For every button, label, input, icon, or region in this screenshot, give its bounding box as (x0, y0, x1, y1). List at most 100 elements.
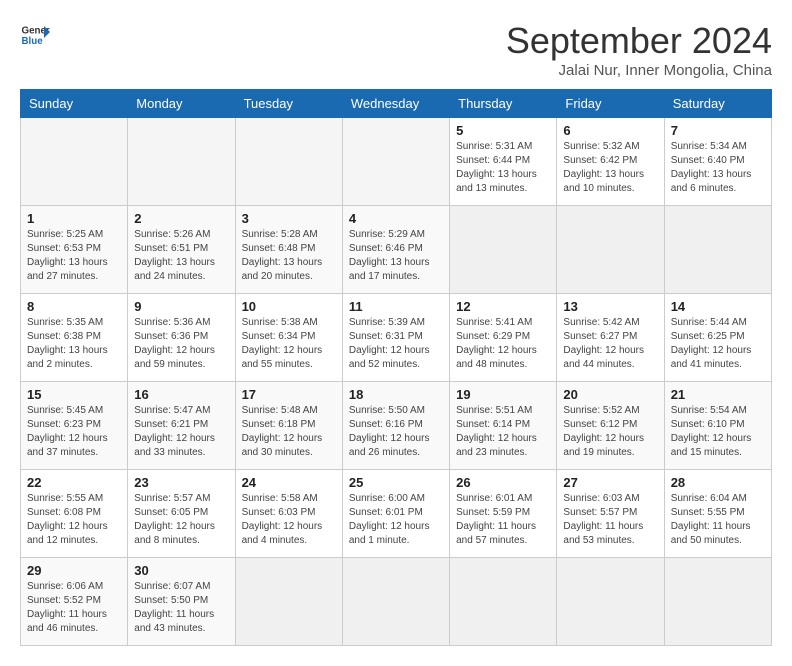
table-row: 14Sunrise: 5:44 AMSunset: 6:25 PMDayligh… (664, 294, 771, 382)
day-info: Sunrise: 5:54 AMSunset: 6:10 PMDaylight:… (671, 404, 765, 460)
table-row (342, 118, 449, 206)
day-info: Sunrise: 5:44 AMSunset: 6:25 PMDaylight:… (671, 316, 765, 372)
day-number: 7 (671, 123, 765, 138)
day-info: Sunrise: 5:45 AMSunset: 6:23 PMDaylight:… (27, 404, 121, 460)
calendar-week-row: 1 Sunrise: 5:25 AMSunset: 6:53 PMDaylight… (21, 206, 772, 294)
table-row: 9 Sunrise: 5:36 AMSunset: 6:36 PMDaylight… (128, 294, 235, 382)
day-info: Sunrise: 5:26 AMSunset: 6:51 PMDaylight:… (134, 228, 228, 284)
day-number: 23 (134, 475, 228, 490)
col-wednesday: Wednesday (342, 90, 449, 118)
day-number: 6 (563, 123, 657, 138)
table-row: 23 Sunrise: 5:57 AMSunset: 6:05 PMDayligh… (128, 470, 235, 558)
day-info: Sunrise: 6:04 AMSunset: 5:55 PMDaylight:… (671, 492, 765, 548)
day-info: Sunrise: 6:00 AMSunset: 6:01 PMDaylight:… (349, 492, 443, 548)
day-number: 17 (242, 387, 336, 402)
day-number: 8 (27, 299, 121, 314)
day-number: 1 (27, 211, 121, 226)
table-row (664, 206, 771, 294)
day-number: 18 (349, 387, 443, 402)
day-number: 12 (456, 299, 550, 314)
calendar-week-row: 15 Sunrise: 5:45 AMSunset: 6:23 PMDayligh… (21, 382, 772, 470)
day-number: 10 (242, 299, 336, 314)
day-info: Sunrise: 5:58 AMSunset: 6:03 PMDaylight:… (242, 492, 336, 548)
day-info: Sunrise: 5:28 AMSunset: 6:48 PMDaylight:… (242, 228, 336, 284)
day-number: 25 (349, 475, 443, 490)
day-info: Sunrise: 5:48 AMSunset: 6:18 PMDaylight:… (242, 404, 336, 460)
table-row: 1 Sunrise: 5:25 AMSunset: 6:53 PMDaylight… (21, 206, 128, 294)
logo-icon: General Blue (20, 20, 50, 50)
day-number: 9 (134, 299, 228, 314)
calendar-table: Sunday Monday Tuesday Wednesday Thursday… (20, 89, 772, 646)
location-subtitle: Jalai Nur, Inner Mongolia, China (506, 62, 772, 79)
col-saturday: Saturday (664, 90, 771, 118)
table-row (235, 558, 342, 646)
day-number: 26 (456, 475, 550, 490)
col-tuesday: Tuesday (235, 90, 342, 118)
table-row: 24 Sunrise: 5:58 AMSunset: 6:03 PMDayligh… (235, 470, 342, 558)
day-info: Sunrise: 5:32 AMSunset: 6:42 PMDaylight:… (563, 140, 657, 196)
day-info: Sunrise: 5:35 AMSunset: 6:38 PMDaylight:… (27, 316, 121, 372)
calendar-header-row: Sunday Monday Tuesday Wednesday Thursday… (21, 90, 772, 118)
day-info: Sunrise: 5:34 AMSunset: 6:40 PMDaylight:… (671, 140, 765, 196)
day-number: 13 (563, 299, 657, 314)
col-sunday: Sunday (21, 90, 128, 118)
calendar-week-row: 5 Sunrise: 5:31 AMSunset: 6:44 PMDaylight… (21, 118, 772, 206)
table-row: 27Sunrise: 6:03 AMSunset: 5:57 PMDayligh… (557, 470, 664, 558)
col-monday: Monday (128, 90, 235, 118)
day-info: Sunrise: 5:52 AMSunset: 6:12 PMDaylight:… (563, 404, 657, 460)
day-info: Sunrise: 5:38 AMSunset: 6:34 PMDaylight:… (242, 316, 336, 372)
table-row: 15 Sunrise: 5:45 AMSunset: 6:23 PMDayligh… (21, 382, 128, 470)
month-title: September 2024 (506, 20, 772, 62)
table-row: 8 Sunrise: 5:35 AMSunset: 6:38 PMDaylight… (21, 294, 128, 382)
day-info: Sunrise: 5:36 AMSunset: 6:36 PMDaylight:… (134, 316, 228, 372)
day-info: Sunrise: 5:57 AMSunset: 6:05 PMDaylight:… (134, 492, 228, 548)
table-row: 4Sunrise: 5:29 AMSunset: 6:46 PMDaylight… (342, 206, 449, 294)
table-row: 29 Sunrise: 6:06 AMSunset: 5:52 PMDayligh… (21, 558, 128, 646)
table-row: 2Sunrise: 5:26 AMSunset: 6:51 PMDaylight… (128, 206, 235, 294)
day-info: Sunrise: 5:55 AMSunset: 6:08 PMDaylight:… (27, 492, 121, 548)
day-number: 28 (671, 475, 765, 490)
table-row: 20 Sunrise: 5:52 AMSunset: 6:12 PMDayligh… (557, 382, 664, 470)
day-number: 15 (27, 387, 121, 402)
day-number: 11 (349, 299, 443, 314)
table-row: 28 Sunrise: 6:04 AMSunset: 5:55 PMDayligh… (664, 470, 771, 558)
table-row: 3Sunrise: 5:28 AMSunset: 6:48 PMDaylight… (235, 206, 342, 294)
table-row: 26Sunrise: 6:01 AMSunset: 5:59 PMDayligh… (450, 470, 557, 558)
table-row: 10 Sunrise: 5:38 AMSunset: 6:34 PMDayligh… (235, 294, 342, 382)
page-header: General Blue September 2024 Jalai Nur, I… (20, 20, 772, 79)
table-row (557, 558, 664, 646)
col-thursday: Thursday (450, 90, 557, 118)
table-row (450, 558, 557, 646)
calendar-week-row: 29 Sunrise: 6:06 AMSunset: 5:52 PMDayligh… (21, 558, 772, 646)
day-info: Sunrise: 5:31 AMSunset: 6:44 PMDaylight:… (456, 140, 550, 196)
day-number: 20 (563, 387, 657, 402)
table-row: 25 Sunrise: 6:00 AMSunset: 6:01 PMDayligh… (342, 470, 449, 558)
day-info: Sunrise: 5:39 AMSunset: 6:31 PMDaylight:… (349, 316, 443, 372)
day-number: 24 (242, 475, 336, 490)
table-row: 19Sunrise: 5:51 AMSunset: 6:14 PMDayligh… (450, 382, 557, 470)
table-row (557, 206, 664, 294)
day-info: Sunrise: 5:47 AMSunset: 6:21 PMDaylight:… (134, 404, 228, 460)
table-row: 18Sunrise: 5:50 AMSunset: 6:16 PMDayligh… (342, 382, 449, 470)
calendar-week-row: 22Sunrise: 5:55 AMSunset: 6:08 PMDayligh… (21, 470, 772, 558)
day-info: Sunrise: 6:03 AMSunset: 5:57 PMDaylight:… (563, 492, 657, 548)
table-row: 22Sunrise: 5:55 AMSunset: 6:08 PMDayligh… (21, 470, 128, 558)
day-number: 29 (27, 563, 121, 578)
day-info: Sunrise: 5:25 AMSunset: 6:53 PMDaylight:… (27, 228, 121, 284)
day-number: 5 (456, 123, 550, 138)
day-number: 16 (134, 387, 228, 402)
day-number: 21 (671, 387, 765, 402)
day-info: Sunrise: 5:42 AMSunset: 6:27 PMDaylight:… (563, 316, 657, 372)
calendar-week-row: 8 Sunrise: 5:35 AMSunset: 6:38 PMDaylight… (21, 294, 772, 382)
svg-text:Blue: Blue (22, 36, 44, 47)
table-row: 7 Sunrise: 5:34 AMSunset: 6:40 PMDaylight… (664, 118, 771, 206)
table-row (664, 558, 771, 646)
day-info: Sunrise: 6:06 AMSunset: 5:52 PMDaylight:… (27, 580, 121, 636)
table-row (21, 118, 128, 206)
col-friday: Friday (557, 90, 664, 118)
day-info: Sunrise: 5:29 AMSunset: 6:46 PMDaylight:… (349, 228, 443, 284)
table-row: 21 Sunrise: 5:54 AMSunset: 6:10 PMDayligh… (664, 382, 771, 470)
table-row: 17 Sunrise: 5:48 AMSunset: 6:18 PMDayligh… (235, 382, 342, 470)
day-info: Sunrise: 5:41 AMSunset: 6:29 PMDaylight:… (456, 316, 550, 372)
day-info: Sunrise: 6:07 AMSunset: 5:50 PMDaylight:… (134, 580, 228, 636)
